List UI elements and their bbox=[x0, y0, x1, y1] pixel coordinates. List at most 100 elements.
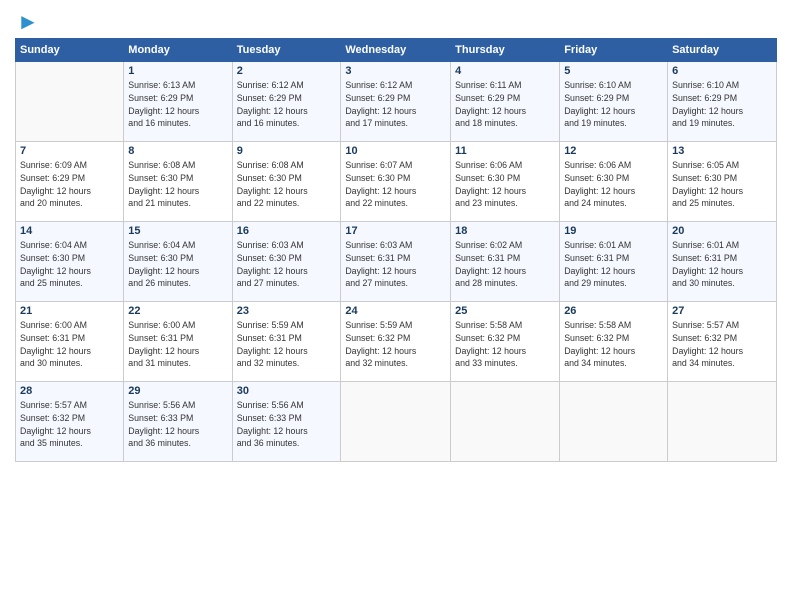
calendar-cell bbox=[560, 382, 668, 462]
calendar-cell: 29 Sunrise: 5:56 AM Sunset: 6:33 PM Dayli… bbox=[124, 382, 232, 462]
day-number: 7 bbox=[20, 145, 119, 157]
day-number: 20 bbox=[672, 225, 772, 237]
weekday-header: Monday bbox=[124, 39, 232, 62]
day-number: 10 bbox=[345, 145, 446, 157]
logo: ► bbox=[15, 10, 39, 32]
calendar-cell bbox=[668, 382, 777, 462]
day-number: 24 bbox=[345, 305, 446, 317]
calendar-cell: 25 Sunrise: 5:58 AM Sunset: 6:32 PM Dayli… bbox=[451, 302, 560, 382]
day-number: 26 bbox=[564, 305, 663, 317]
calendar-cell bbox=[16, 62, 124, 142]
calendar-cell: 30 Sunrise: 5:56 AM Sunset: 6:33 PM Dayli… bbox=[232, 382, 341, 462]
day-number: 3 bbox=[345, 65, 446, 77]
day-info: Sunrise: 6:05 AM Sunset: 6:30 PM Dayligh… bbox=[672, 159, 772, 210]
day-info: Sunrise: 6:11 AM Sunset: 6:29 PM Dayligh… bbox=[455, 79, 555, 130]
calendar-cell: 9 Sunrise: 6:08 AM Sunset: 6:30 PM Daylig… bbox=[232, 142, 341, 222]
calendar-cell: 21 Sunrise: 6:00 AM Sunset: 6:31 PM Dayli… bbox=[16, 302, 124, 382]
day-info: Sunrise: 6:06 AM Sunset: 6:30 PM Dayligh… bbox=[564, 159, 663, 210]
calendar-table: SundayMondayTuesdayWednesdayThursdayFrid… bbox=[15, 38, 777, 462]
logo-bird-icon: ► bbox=[17, 9, 39, 34]
calendar-cell: 24 Sunrise: 5:59 AM Sunset: 6:32 PM Dayli… bbox=[341, 302, 451, 382]
calendar-cell: 11 Sunrise: 6:06 AM Sunset: 6:30 PM Dayli… bbox=[451, 142, 560, 222]
calendar-cell: 1 Sunrise: 6:13 AM Sunset: 6:29 PM Daylig… bbox=[124, 62, 232, 142]
day-info: Sunrise: 6:01 AM Sunset: 6:31 PM Dayligh… bbox=[672, 239, 772, 290]
day-info: Sunrise: 6:13 AM Sunset: 6:29 PM Dayligh… bbox=[128, 79, 227, 130]
day-info: Sunrise: 6:04 AM Sunset: 6:30 PM Dayligh… bbox=[20, 239, 119, 290]
day-number: 5 bbox=[564, 65, 663, 77]
day-number: 1 bbox=[128, 65, 227, 77]
calendar-cell: 18 Sunrise: 6:02 AM Sunset: 6:31 PM Dayli… bbox=[451, 222, 560, 302]
day-number: 9 bbox=[237, 145, 337, 157]
day-info: Sunrise: 6:00 AM Sunset: 6:31 PM Dayligh… bbox=[128, 319, 227, 370]
calendar-cell: 20 Sunrise: 6:01 AM Sunset: 6:31 PM Dayli… bbox=[668, 222, 777, 302]
day-info: Sunrise: 5:58 AM Sunset: 6:32 PM Dayligh… bbox=[455, 319, 555, 370]
day-number: 30 bbox=[237, 385, 337, 397]
day-info: Sunrise: 6:12 AM Sunset: 6:29 PM Dayligh… bbox=[345, 79, 446, 130]
day-number: 27 bbox=[672, 305, 772, 317]
calendar-cell: 8 Sunrise: 6:08 AM Sunset: 6:30 PM Daylig… bbox=[124, 142, 232, 222]
calendar-cell: 4 Sunrise: 6:11 AM Sunset: 6:29 PM Daylig… bbox=[451, 62, 560, 142]
weekday-header: Tuesday bbox=[232, 39, 341, 62]
day-info: Sunrise: 5:56 AM Sunset: 6:33 PM Dayligh… bbox=[237, 399, 337, 450]
day-info: Sunrise: 6:10 AM Sunset: 6:29 PM Dayligh… bbox=[564, 79, 663, 130]
day-info: Sunrise: 5:57 AM Sunset: 6:32 PM Dayligh… bbox=[20, 399, 119, 450]
day-number: 13 bbox=[672, 145, 772, 157]
day-number: 18 bbox=[455, 225, 555, 237]
calendar-cell: 7 Sunrise: 6:09 AM Sunset: 6:29 PM Daylig… bbox=[16, 142, 124, 222]
day-info: Sunrise: 6:03 AM Sunset: 6:31 PM Dayligh… bbox=[345, 239, 446, 290]
day-number: 28 bbox=[20, 385, 119, 397]
calendar-cell: 28 Sunrise: 5:57 AM Sunset: 6:32 PM Dayli… bbox=[16, 382, 124, 462]
day-info: Sunrise: 6:00 AM Sunset: 6:31 PM Dayligh… bbox=[20, 319, 119, 370]
day-info: Sunrise: 6:01 AM Sunset: 6:31 PM Dayligh… bbox=[564, 239, 663, 290]
calendar-cell bbox=[451, 382, 560, 462]
calendar-cell: 10 Sunrise: 6:07 AM Sunset: 6:30 PM Dayli… bbox=[341, 142, 451, 222]
day-info: Sunrise: 6:08 AM Sunset: 6:30 PM Dayligh… bbox=[128, 159, 227, 210]
day-info: Sunrise: 6:07 AM Sunset: 6:30 PM Dayligh… bbox=[345, 159, 446, 210]
calendar-cell bbox=[341, 382, 451, 462]
day-info: Sunrise: 5:56 AM Sunset: 6:33 PM Dayligh… bbox=[128, 399, 227, 450]
day-info: Sunrise: 5:58 AM Sunset: 6:32 PM Dayligh… bbox=[564, 319, 663, 370]
calendar-cell: 13 Sunrise: 6:05 AM Sunset: 6:30 PM Dayli… bbox=[668, 142, 777, 222]
day-number: 22 bbox=[128, 305, 227, 317]
calendar-cell: 26 Sunrise: 5:58 AM Sunset: 6:32 PM Dayli… bbox=[560, 302, 668, 382]
calendar-cell: 15Sunrise: 6:04 AM Sunset: 6:30 PM Dayli… bbox=[124, 222, 232, 302]
day-number: 6 bbox=[672, 65, 772, 77]
calendar-cell: 22 Sunrise: 6:00 AM Sunset: 6:31 PM Dayli… bbox=[124, 302, 232, 382]
calendar-cell: 27 Sunrise: 5:57 AM Sunset: 6:32 PM Dayli… bbox=[668, 302, 777, 382]
calendar-cell: 2 Sunrise: 6:12 AM Sunset: 6:29 PM Daylig… bbox=[232, 62, 341, 142]
weekday-header: Wednesday bbox=[341, 39, 451, 62]
day-info: Sunrise: 6:09 AM Sunset: 6:29 PM Dayligh… bbox=[20, 159, 119, 210]
day-number: 15 bbox=[128, 225, 227, 237]
day-number: 2 bbox=[237, 65, 337, 77]
day-info: Sunrise: 6:08 AM Sunset: 6:30 PM Dayligh… bbox=[237, 159, 337, 210]
day-info: Sunrise: 6:06 AM Sunset: 6:30 PM Dayligh… bbox=[455, 159, 555, 210]
calendar-cell: 23 Sunrise: 5:59 AM Sunset: 6:31 PM Dayli… bbox=[232, 302, 341, 382]
day-number: 23 bbox=[237, 305, 337, 317]
calendar-cell: 12 Sunrise: 6:06 AM Sunset: 6:30 PM Dayli… bbox=[560, 142, 668, 222]
calendar-cell: 17Sunrise: 6:03 AM Sunset: 6:31 PM Dayli… bbox=[341, 222, 451, 302]
weekday-header: Thursday bbox=[451, 39, 560, 62]
day-number: 29 bbox=[128, 385, 227, 397]
day-number: 19 bbox=[564, 225, 663, 237]
day-number: 16 bbox=[237, 225, 337, 237]
calendar-cell: 5 Sunrise: 6:10 AM Sunset: 6:29 PM Daylig… bbox=[560, 62, 668, 142]
calendar-cell: 14Sunrise: 6:04 AM Sunset: 6:30 PM Dayli… bbox=[16, 222, 124, 302]
calendar-cell: 19 Sunrise: 6:01 AM Sunset: 6:31 PM Dayli… bbox=[560, 222, 668, 302]
day-info: Sunrise: 6:10 AM Sunset: 6:29 PM Dayligh… bbox=[672, 79, 772, 130]
day-info: Sunrise: 5:59 AM Sunset: 6:32 PM Dayligh… bbox=[345, 319, 446, 370]
day-number: 8 bbox=[128, 145, 227, 157]
day-number: 12 bbox=[564, 145, 663, 157]
day-number: 25 bbox=[455, 305, 555, 317]
weekday-header: Sunday bbox=[16, 39, 124, 62]
day-info: Sunrise: 5:59 AM Sunset: 6:31 PM Dayligh… bbox=[237, 319, 337, 370]
day-info: Sunrise: 6:12 AM Sunset: 6:29 PM Dayligh… bbox=[237, 79, 337, 130]
day-number: 21 bbox=[20, 305, 119, 317]
day-number: 4 bbox=[455, 65, 555, 77]
day-number: 11 bbox=[455, 145, 555, 157]
calendar-cell: 3 Sunrise: 6:12 AM Sunset: 6:29 PM Daylig… bbox=[341, 62, 451, 142]
header: ► bbox=[15, 10, 777, 32]
calendar-cell: 16Sunrise: 6:03 AM Sunset: 6:30 PM Dayli… bbox=[232, 222, 341, 302]
day-info: Sunrise: 6:02 AM Sunset: 6:31 PM Dayligh… bbox=[455, 239, 555, 290]
day-info: Sunrise: 5:57 AM Sunset: 6:32 PM Dayligh… bbox=[672, 319, 772, 370]
weekday-header: Friday bbox=[560, 39, 668, 62]
